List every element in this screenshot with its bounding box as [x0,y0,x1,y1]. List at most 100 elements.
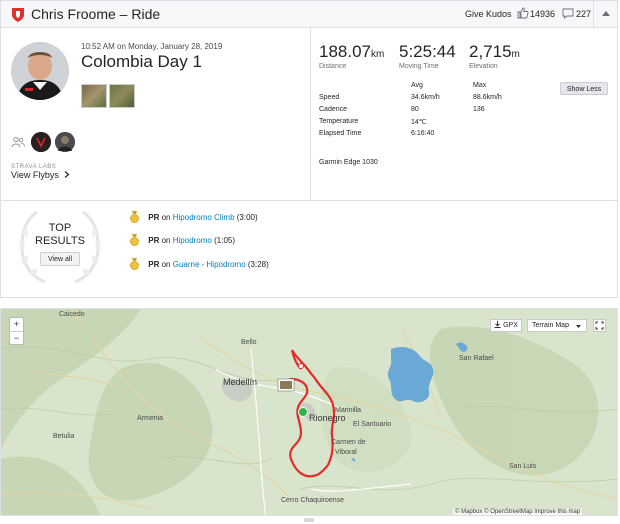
stat-value: 5:25:44 [399,42,456,62]
pr-badge: PR [148,236,160,245]
stat-moving-time: 5:25:44 Moving Time [399,42,456,70]
chevron-right-icon [64,171,70,178]
zoom-in-button[interactable]: + [10,318,23,332]
top-results-line1: TOP [48,222,72,234]
give-kudos-button[interactable]: Give Kudos [465,9,512,19]
map-label: Armenia [137,415,164,422]
view-all-button[interactable]: View all [40,252,80,266]
stat-moving-time-label: Moving Time [399,63,439,70]
view-flybys-link[interactable]: View Flybys [11,170,70,180]
detail-label: Cadence [319,106,348,113]
thumbs-up-icon[interactable] [517,7,529,19]
stat-distance-unit: km [371,49,385,60]
pr-badge: PR [148,260,160,269]
vertical-divider [310,28,311,200]
gold-medal-icon [130,211,139,223]
map-label: Betulia [53,433,75,440]
expand-icon [595,321,604,330]
caret-down-icon [576,325,581,328]
athlete-avatar-image [55,132,75,152]
kudos-count[interactable]: 14936 [530,9,555,19]
pr-on: on [161,236,171,245]
stat-elevation-label: Elevation [469,63,498,70]
detail-max: 88.6km/h [473,94,502,101]
group-icon[interactable] [11,136,25,148]
stat-distance-value: 188.07 [319,42,371,61]
collapse-button[interactable] [593,1,619,28]
pr-time: (1:05) [214,236,236,245]
gold-medal-icon [130,258,139,270]
pr-on: on [161,213,171,222]
detail-avg: 6:16:40 [411,130,435,137]
top-results-line2: RESULTS [35,235,85,247]
gpx-download-button[interactable]: GPX [490,319,522,332]
device-name: Garmin Edge 1030 [319,159,378,166]
detail-max: 136 [473,106,485,113]
resize-handle-icon[interactable] [304,518,314,522]
gold-medal-icon [130,234,139,246]
segment-link[interactable]: Hipodromo [173,236,212,245]
map-attribution[interactable]: © Mapbox © OpenStreetMap Improve this ma… [453,509,583,515]
stat-elevation-value: 2,715 [469,42,512,61]
map-type-label: Terrain Map [532,322,569,329]
stat-value: 188.07km [319,42,384,62]
detail-avg: 34.6km/h [411,94,440,101]
detail-label: Elapsed Time [319,130,362,137]
map-label: Bello [241,339,257,346]
pr-result: PR on Hipodromo (1:05) [129,234,235,246]
stat-distance: 188.07km Distance [319,42,384,70]
detail-label: Temperature [319,118,359,125]
map-label: Medellín [223,377,258,387]
comment-count[interactable]: 227 [576,9,591,19]
show-less-button[interactable]: Show Less [560,82,608,95]
map-label: Caicedo [59,311,85,318]
map-label: San Rafael [459,355,494,362]
comment-icon[interactable] [562,8,574,19]
stat-elevation-unit: m [511,49,520,60]
activity-datetime: 10:52 AM on Monday, January 28, 2019 [81,42,223,51]
activity-photo[interactable] [109,84,135,108]
activity-summary-card: 10:52 AM on Monday, January 28, 2019 Col… [0,28,618,298]
map-type-select[interactable]: Terrain Map [527,319,587,332]
pr-result: PR on Guarne - Hipodromo (3:28) [129,258,269,270]
fullscreen-button[interactable] [593,319,606,332]
activity-title: Colombia Day 1 [81,52,202,71]
detail-label: Speed [319,94,340,101]
shield-icon [12,8,24,22]
pr-result: PR on Hipodromo Climb (3:00) [129,211,258,223]
top-results-title: TOP RESULTS [15,222,105,248]
map-label: Cerro Chaquiroense [281,497,345,504]
stat-elevation: 2,715m Elevation [469,42,520,70]
athlete-activity-title[interactable]: Chris Froome – Ride [31,6,160,22]
chevron-up-icon [602,11,610,16]
view-flybys-label: View Flybys [11,170,59,180]
activity-header: Chris Froome – Ride Give Kudos 14936 227 [0,0,618,28]
athlete-avatar-image [31,132,51,152]
map-label: El Santuario [353,421,392,428]
activity-photo[interactable] [81,84,107,108]
group-athlete-avatar[interactable] [31,132,51,152]
map-label: Rionegro [309,413,346,423]
athlete-avatar[interactable] [11,42,69,100]
zoom-out-button[interactable]: − [10,332,23,345]
stat-value: 2,715m [469,42,520,62]
map-label: San Luis [509,463,537,470]
map-label: Marinilla [335,407,362,414]
route-map[interactable]: Medellín Rionegro Marinilla El Santuario… [0,308,618,516]
gpx-label: GPX [503,322,518,329]
pr-time: (3:28) [247,260,269,269]
pr-time: (3:00) [236,213,258,222]
map-label: Carmen de [331,439,366,446]
segment-link[interactable]: Hipodromo Climb [173,213,235,222]
zoom-control: + − [9,317,24,345]
pr-badge: PR [148,213,160,222]
detail-avg: 14℃ [411,119,427,126]
stat-moving-time-value: 5:25:44 [399,42,456,61]
segment-link[interactable]: Guarne - Hipodromo [173,260,246,269]
pr-on: on [161,260,171,269]
col-max-header: Max [473,82,487,89]
detail-avg: 80 [411,106,419,113]
group-athlete-avatar[interactable] [55,132,75,152]
map-label: Viboral [335,449,357,456]
avatar-portrait [11,42,69,100]
